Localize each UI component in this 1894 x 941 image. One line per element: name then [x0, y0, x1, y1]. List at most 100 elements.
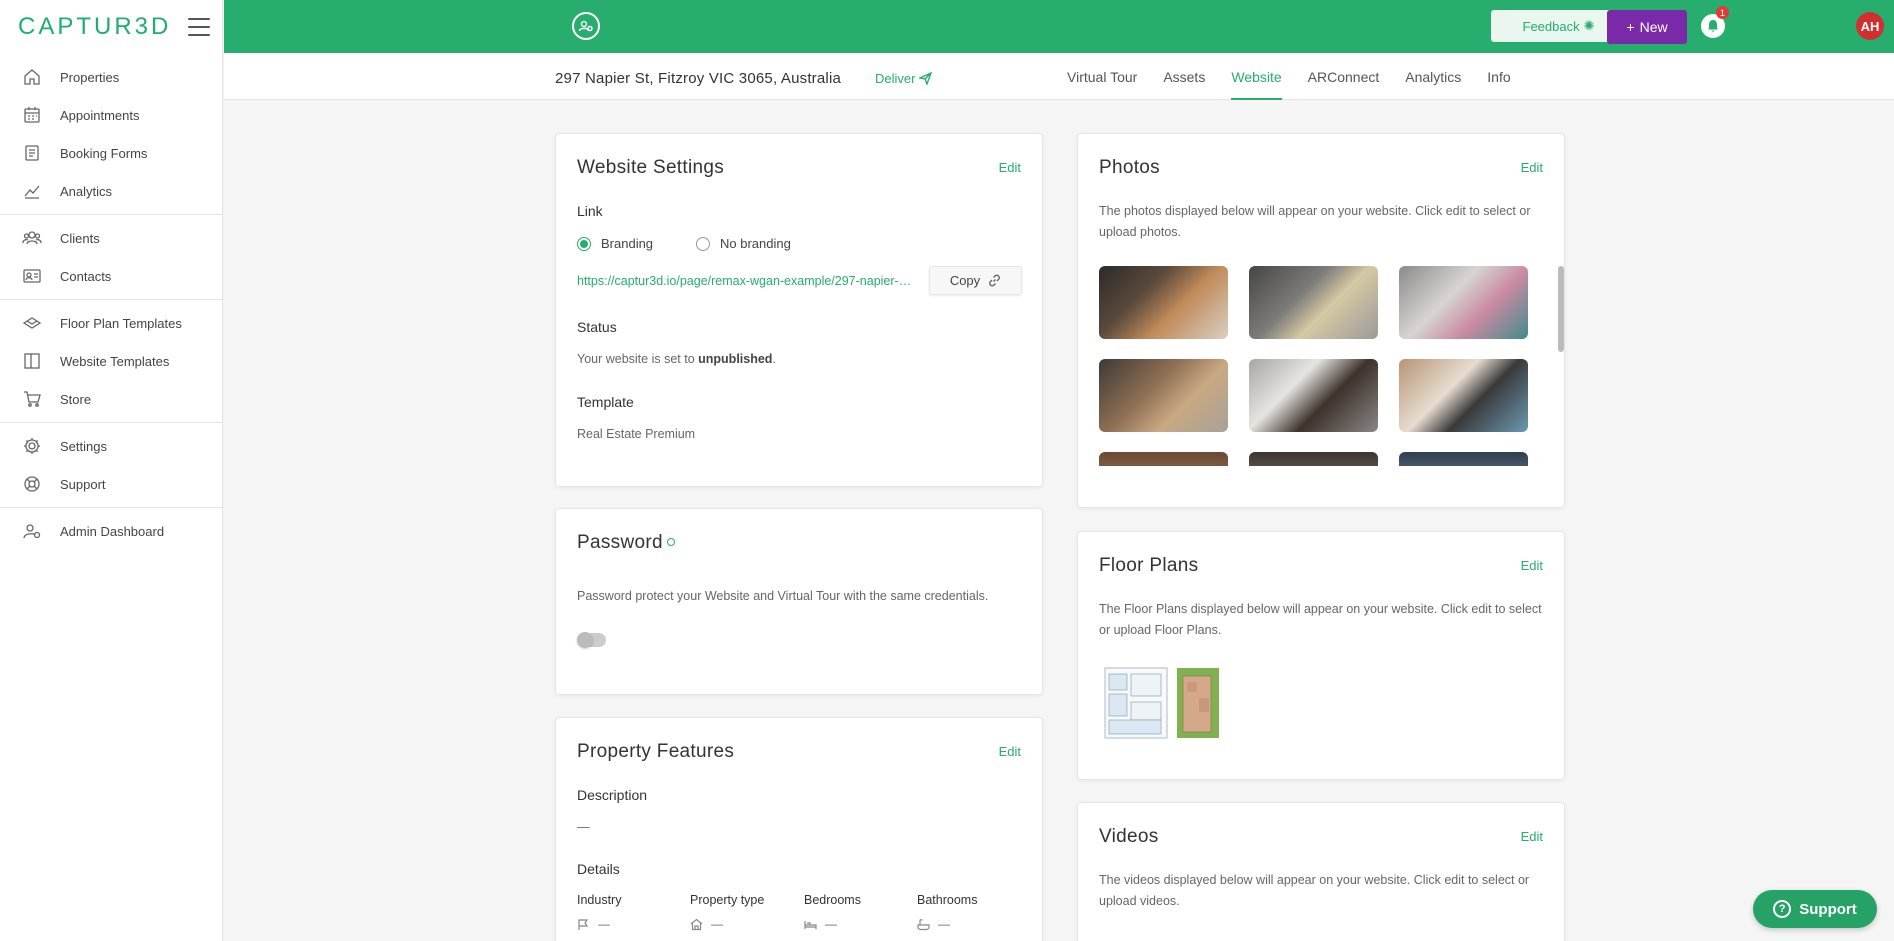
tab-arconnect[interactable]: ARConnect — [1295, 53, 1393, 100]
status-prefix: Your website is set to — [577, 352, 699, 366]
radio-dot — [696, 236, 710, 251]
videos-card: Videos Edit The videos displayed below w… — [1077, 802, 1565, 941]
photos-card: Photos Edit The photos displayed below w… — [1077, 133, 1565, 508]
team-switch-icon[interactable] — [572, 12, 600, 40]
send-icon — [919, 72, 933, 85]
photos-grid — [1099, 266, 1555, 466]
sidebar-item-label: Appointments — [60, 107, 140, 123]
top-bar: Feedback ✺ + New 1 AH — [224, 0, 1894, 53]
edit-property-features-button[interactable]: Edit — [999, 744, 1021, 759]
card-title: Property Features — [577, 741, 735, 762]
sidebar-item-admin-dashboard[interactable]: Admin Dashboard — [0, 512, 222, 550]
edit-photos-button[interactable]: Edit — [1521, 160, 1543, 175]
tab-analytics[interactable]: Analytics — [1392, 53, 1474, 100]
columns-icon — [22, 351, 42, 371]
contact-card-icon — [22, 266, 42, 286]
radio-dot — [577, 236, 591, 251]
description-label: Description — [577, 787, 648, 803]
feedback-button[interactable]: Feedback ✺ — [1491, 10, 1626, 42]
sidebar-item-contacts[interactable]: Contacts — [0, 257, 222, 295]
sidebar-item-label: Analytics — [60, 183, 113, 199]
deliver-link[interactable]: Deliver — [875, 71, 933, 86]
nav-group-templates: Floor Plan Templates Website Templates S… — [0, 300, 222, 423]
sidebar-item-label: Store — [60, 391, 92, 407]
tab-assets[interactable]: Assets — [1150, 53, 1218, 100]
edit-website-settings-button[interactable]: Edit — [999, 160, 1021, 175]
sidebar-item-store[interactable]: Store — [0, 380, 222, 418]
photo-thumbnail[interactable] — [1099, 359, 1228, 432]
sidebar-item-booking-forms[interactable]: Booking Forms — [0, 134, 222, 172]
tab-website[interactable]: Website — [1218, 53, 1294, 100]
website-settings-card: Website Settings Edit Link Branding No b… — [555, 133, 1043, 487]
detail-head-bathrooms: Bathrooms — [917, 893, 978, 907]
new-label: New — [1639, 19, 1668, 35]
sidebar-item-clients[interactable]: Clients — [0, 219, 222, 257]
nav-group-settings: Settings Support — [0, 423, 222, 508]
avatar[interactable]: AH — [1856, 12, 1884, 40]
sidebar-item-analytics[interactable]: Analytics — [0, 172, 222, 210]
bath-icon — [917, 918, 930, 930]
photos-description: The photos displayed below will appear o… — [1099, 204, 1531, 239]
edit-floor-plans-button[interactable]: Edit — [1521, 558, 1543, 573]
website-url-link[interactable]: https://captur3d.io/page/remax-wgan-exam… — [577, 274, 917, 288]
radio-no-branding[interactable]: No branding — [696, 236, 791, 251]
nav-group-people: Clients Contacts — [0, 215, 222, 300]
calendar-icon — [22, 105, 42, 125]
sidebar-item-label: Floor Plan Templates — [60, 315, 182, 331]
photo-thumbnail[interactable] — [1099, 266, 1228, 339]
detail-head-industry: Industry — [577, 893, 622, 907]
home-icon — [22, 67, 42, 87]
radio-label: Branding — [601, 236, 654, 251]
layers-icon — [22, 313, 42, 333]
admin-icon — [22, 521, 42, 541]
deliver-label: Deliver — [875, 71, 916, 86]
hamburger-menu-icon[interactable] — [188, 18, 210, 36]
nav-group-main: Properties Appointments Booking Forms An… — [0, 54, 222, 215]
sidebar-item-floor-plan-templates[interactable]: Floor Plan Templates — [0, 304, 222, 342]
link-label: Link — [577, 203, 603, 219]
radio-branding[interactable]: Branding — [577, 236, 653, 251]
photo-thumbnail[interactable] — [1399, 452, 1528, 466]
sidebar-item-settings[interactable]: Settings — [0, 427, 222, 465]
status-label: Status — [577, 319, 617, 335]
sidebar-item-properties[interactable]: Properties — [0, 58, 222, 96]
support-widget-label: Support — [1799, 900, 1857, 918]
password-card: Password Password protect your Website a… — [555, 508, 1043, 695]
password-toggle[interactable] — [577, 632, 606, 648]
edit-videos-button[interactable]: Edit — [1521, 829, 1543, 844]
link-icon — [989, 274, 1001, 287]
photo-thumbnail[interactable] — [1249, 359, 1378, 432]
status-value: unpublished — [698, 352, 773, 366]
photos-scrollbar[interactable] — [1557, 266, 1565, 466]
card-title: Videos — [1099, 826, 1159, 847]
app-logo[interactable]: CAPTUR3D — [18, 13, 171, 41]
sidebar-item-appointments[interactable]: Appointments — [0, 96, 222, 134]
photo-thumbnail[interactable] — [1399, 266, 1528, 339]
support-widget-button[interactable]: ? Support — [1753, 890, 1877, 928]
floor-plan-thumbnail[interactable] — [1099, 664, 1230, 742]
password-description: Password protect your Website and Virtua… — [577, 589, 989, 603]
new-button[interactable]: + New — [1607, 10, 1687, 44]
sidebar-item-website-templates[interactable]: Website Templates — [0, 342, 222, 380]
nav-group-admin: Admin Dashboard — [0, 508, 222, 554]
bed-icon — [804, 920, 817, 929]
sidebar-item-label: Website Templates — [60, 353, 170, 369]
detail-head-bedrooms: Bedrooms — [804, 893, 861, 907]
photo-thumbnail[interactable] — [1099, 452, 1228, 466]
detail-industry: — — [577, 917, 610, 931]
photo-thumbnail[interactable] — [1249, 266, 1378, 339]
flag-icon — [578, 918, 589, 930]
photo-thumbnail[interactable] — [1249, 452, 1378, 466]
scrollbar-thumb[interactable] — [1558, 266, 1564, 352]
status-text: Your website is set to unpublished. — [577, 349, 776, 370]
sidebar-item-support[interactable]: Support — [0, 465, 222, 503]
sidebar-item-label: Clients — [60, 230, 100, 246]
chart-icon — [22, 181, 42, 201]
photo-thumbnail[interactable] — [1399, 359, 1528, 432]
copy-link-button[interactable]: Copy — [929, 266, 1022, 295]
tab-info[interactable]: Info — [1474, 53, 1523, 100]
info-icon[interactable] — [666, 538, 675, 546]
copy-label: Copy — [949, 273, 981, 288]
tab-virtual-tour[interactable]: Virtual Tour — [1054, 53, 1150, 100]
sidebar-item-label: Settings — [60, 438, 107, 454]
